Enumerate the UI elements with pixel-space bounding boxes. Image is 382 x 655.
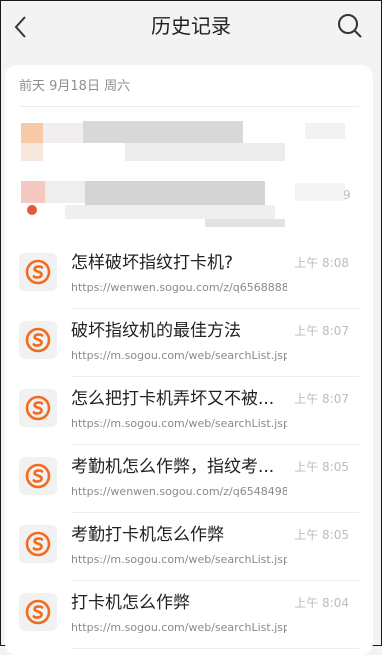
history-card: 前天 9月18日 周六 9 怎样破坏指纹打卡机? https://wenwen.… xyxy=(5,65,373,655)
partial-time-label: 9 xyxy=(343,188,351,202)
history-item-url: https://m.sogou.com/web/searchList.jsp?.… xyxy=(71,553,287,566)
history-item-title: 怎么把打卡机弄坏又不被... xyxy=(71,389,275,409)
history-item[interactable]: 考勤打卡机怎么作弊 https://m.sogou.com/web/search… xyxy=(5,513,373,581)
redacted-block xyxy=(21,143,43,161)
history-item-title: 破坏指纹机的最佳方法 xyxy=(71,321,241,341)
redacted-block xyxy=(21,123,43,143)
search-icon xyxy=(338,14,362,38)
header: 历史记录 xyxy=(1,1,381,53)
site-icon xyxy=(19,525,57,563)
redacted-block xyxy=(125,143,285,161)
history-item-title: 考勤机怎么作弊，指纹考... xyxy=(71,457,275,477)
search-button[interactable] xyxy=(335,11,365,41)
date-section-label: 前天 9月18日 周六 xyxy=(19,79,131,94)
site-icon xyxy=(19,457,57,495)
history-item-url: https://m.sogou.com/web/searchList.jsp?.… xyxy=(71,417,287,430)
sogou-logo-icon xyxy=(25,395,51,421)
redacted-history-item[interactable] xyxy=(5,115,373,175)
redacted-history-item[interactable]: 9 xyxy=(5,177,373,237)
redacted-block xyxy=(295,183,345,201)
history-item-time: 上午 8:07 xyxy=(294,324,349,338)
redacted-block xyxy=(21,181,45,203)
redacted-block xyxy=(85,181,265,205)
divider xyxy=(19,106,359,107)
sogou-logo-icon xyxy=(25,531,51,557)
history-item[interactable]: 怎样破坏指纹打卡机? https://wenwen.sogou.com/z/q6… xyxy=(5,241,373,309)
sogou-logo-icon xyxy=(25,463,51,489)
site-icon xyxy=(19,253,57,291)
history-item-title: 考勤打卡机怎么作弊 xyxy=(71,525,224,545)
history-item[interactable]: 打卡机怎么作弊 https://m.sogou.com/web/searchLi… xyxy=(5,581,373,649)
sogou-logo-icon xyxy=(25,599,51,625)
site-icon xyxy=(19,389,57,427)
history-item[interactable]: 考勤机怎么作弊，指纹考... https://wenwen.sogou.com/… xyxy=(5,445,373,513)
history-item-url: https://m.sogou.com/web/searchList.jsp?.… xyxy=(71,349,287,362)
history-item-url: https://wenwen.sogou.com/z/q65484986... xyxy=(71,485,287,498)
history-item[interactable]: 破坏指纹机的最佳方法 https://m.sogou.com/web/searc… xyxy=(5,309,373,377)
history-item-title: 怎样破坏指纹打卡机? xyxy=(71,253,234,273)
history-item-title: 打卡机怎么作弊 xyxy=(71,593,190,613)
history-item-time: 上午 8:05 xyxy=(294,460,349,474)
redacted-block xyxy=(65,205,275,219)
site-icon xyxy=(19,321,57,359)
sogou-logo-icon xyxy=(25,259,51,285)
history-item-time: 上午 8:05 xyxy=(294,528,349,542)
history-item-time: 上午 8:04 xyxy=(294,596,349,610)
history-item-time: 上午 8:07 xyxy=(294,392,349,406)
history-item[interactable]: 怎么把打卡机弄坏又不被... https://m.sogou.com/web/s… xyxy=(5,377,373,445)
redacted-block xyxy=(27,205,37,215)
history-item-url: https://m.sogou.com/web/searchList.jsp?.… xyxy=(71,621,287,634)
history-item-url: https://wenwen.sogou.com/z/q65688880... xyxy=(71,281,287,294)
site-icon xyxy=(19,593,57,631)
sogou-logo-icon xyxy=(25,327,51,353)
history-item-time: 上午 8:08 xyxy=(294,256,349,270)
divider xyxy=(71,648,359,649)
page-title: 历史记录 xyxy=(151,14,231,38)
redacted-block xyxy=(305,123,345,139)
redacted-block xyxy=(205,219,285,227)
redacted-block xyxy=(45,181,85,203)
redacted-block xyxy=(83,121,243,143)
redacted-block xyxy=(43,123,83,143)
